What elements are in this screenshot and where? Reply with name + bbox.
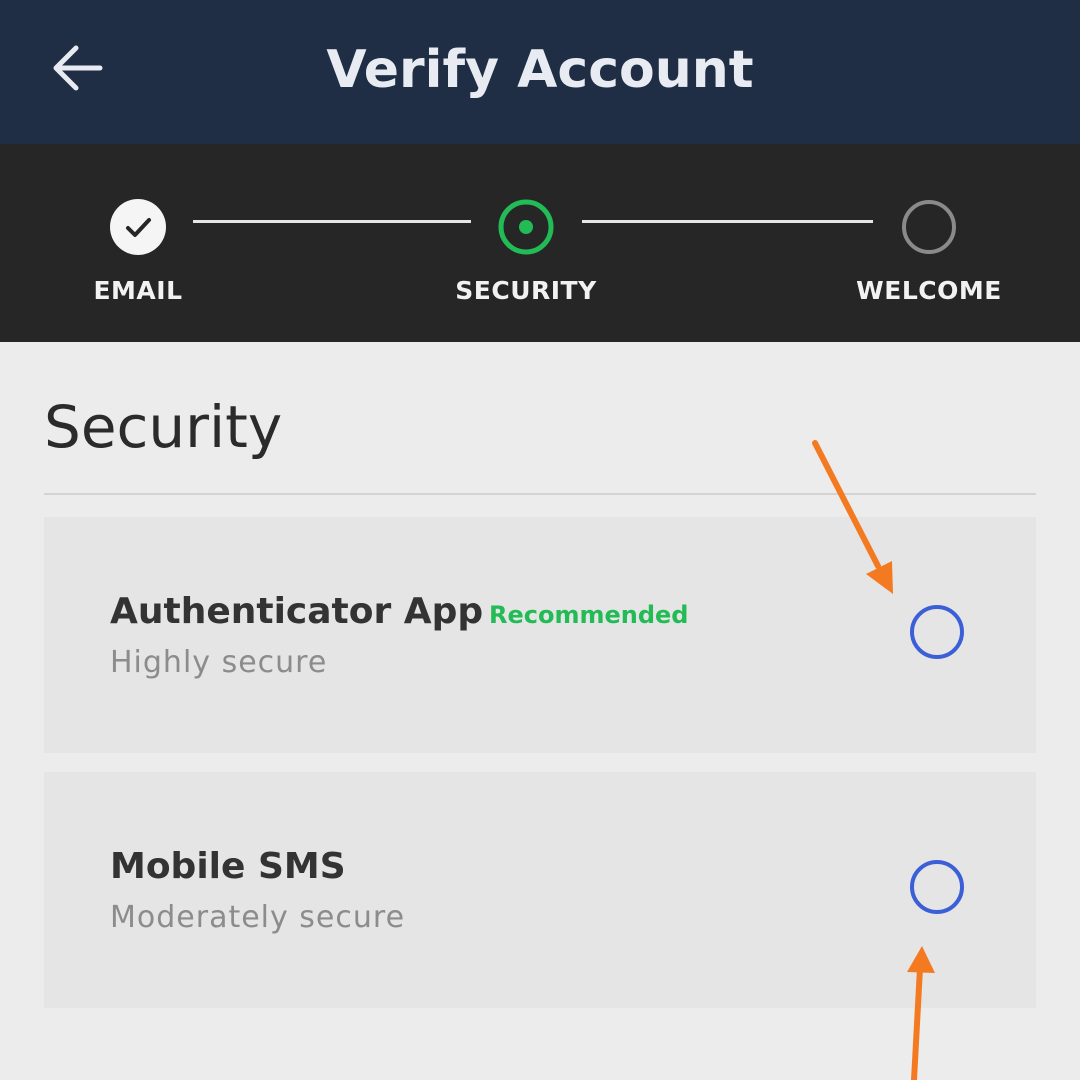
step-connector bbox=[193, 220, 471, 223]
radio-button-sms[interactable] bbox=[909, 859, 965, 915]
empty-circle-icon bbox=[902, 200, 956, 254]
option-title: Authenticator App bbox=[110, 591, 484, 632]
option-subtitle: Moderately secure bbox=[110, 900, 406, 935]
option-authenticator-app[interactable]: Authenticator App Recommended Highly sec… bbox=[44, 517, 1036, 753]
divider bbox=[44, 493, 1036, 495]
app-header: Verify Account bbox=[0, 0, 1080, 144]
option-mobile-sms[interactable]: Mobile SMS Moderately secure bbox=[44, 772, 1036, 1008]
section-title: Security bbox=[44, 393, 283, 461]
step-label-email: EMAIL bbox=[93, 276, 183, 305]
step-connector bbox=[582, 220, 873, 223]
radio-dot-icon bbox=[498, 199, 554, 255]
recommended-badge: Recommended bbox=[489, 601, 689, 629]
option-subtitle: Highly secure bbox=[110, 645, 328, 680]
radio-button-authenticator[interactable] bbox=[909, 604, 965, 660]
option-title: Mobile SMS bbox=[110, 846, 346, 887]
page-title: Verify Account bbox=[326, 40, 754, 100]
step-label-welcome: WELCOME bbox=[856, 276, 1002, 305]
step-label-security: SECURITY bbox=[455, 276, 597, 305]
check-icon bbox=[110, 199, 166, 255]
